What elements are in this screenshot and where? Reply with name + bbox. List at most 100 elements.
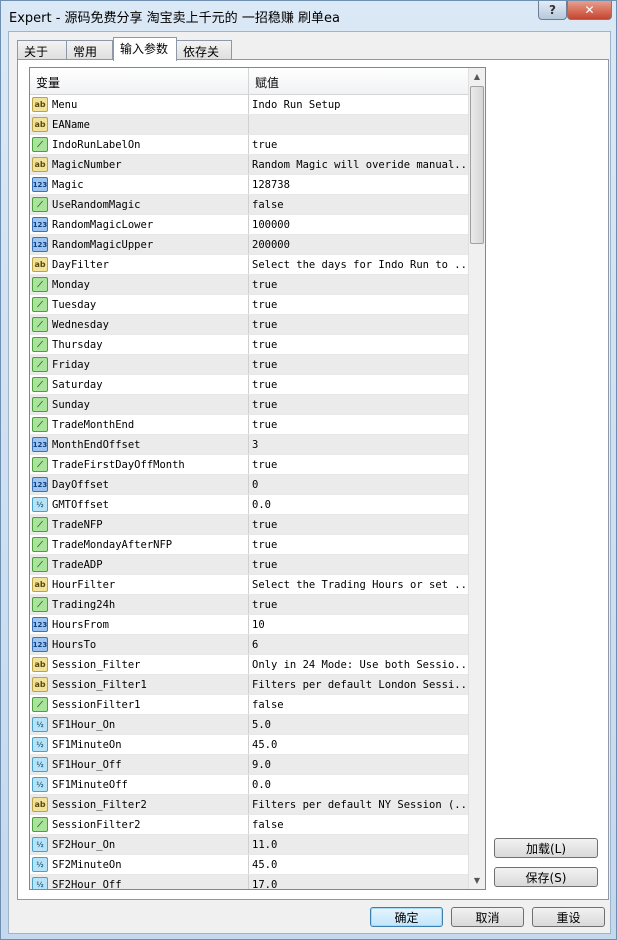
value-cell[interactable]: false [249,695,469,714]
ok-button[interactable]: 确定 [370,907,443,927]
value-cell[interactable]: 0.0 [249,495,469,514]
value-cell[interactable]: Filters per default NY Session (... [249,795,469,814]
table-row[interactable]: ½ SF2Hour_Off 17.0 [30,875,469,890]
table-row[interactable]: ⟋ TradeMondayAfterNFP true [30,535,469,555]
value-cell[interactable]: 5.0 [249,715,469,734]
value-cell[interactable]: 11.0 [249,835,469,854]
value-cell[interactable]: true [249,395,469,414]
table-row[interactable]: ab HourFilter Select the Trading Hours or … [30,575,469,595]
table-row[interactable]: ½ SF1Hour_On 5.0 [30,715,469,735]
tab-about[interactable]: 关于 [17,40,67,60]
close-button[interactable]: ✕ [567,1,612,20]
table-row[interactable]: ½ SF1Hour_Off 9.0 [30,755,469,775]
value-cell[interactable]: 100000 [249,215,469,234]
value-cell[interactable]: 3 [249,435,469,454]
table-row[interactable]: ⟋ Friday true [30,355,469,375]
table-row[interactable]: ⟋ Wednesday true [30,315,469,335]
value-cell[interactable]: true [249,515,469,534]
table-row[interactable]: ½ SF1MinuteOff 0.0 [30,775,469,795]
variable-cell: ab Menu [30,95,249,114]
help-button[interactable]: ? [538,1,567,20]
value-cell[interactable]: 6 [249,635,469,654]
value-cell[interactable]: true [249,455,469,474]
table-row[interactable]: 123 MonthEndOffset 3 [30,435,469,455]
value-cell[interactable]: 200000 [249,235,469,254]
value-cell[interactable]: false [249,195,469,214]
value-cell[interactable]: true [249,295,469,314]
table-row[interactable]: ⟋ Trading24h true [30,595,469,615]
value-cell[interactable]: Indo Run Setup [249,95,469,114]
table-row[interactable]: 123 RandomMagicLower 100000 [30,215,469,235]
vertical-scrollbar[interactable]: ▲ ▼ [468,68,485,889]
table-row[interactable]: 123 Magic 128738 [30,175,469,195]
table-row[interactable]: 123 HoursTo 6 [30,635,469,655]
table-row[interactable]: ab Session_Filter2 Filters per default NY … [30,795,469,815]
value-cell[interactable]: true [249,135,469,154]
table-row[interactable]: ⟋ SessionFilter2 false [30,815,469,835]
table-row[interactable]: ⟋ TradeMonthEnd true [30,415,469,435]
table-row[interactable]: 123 RandomMagicUpper 200000 [30,235,469,255]
dialog-client: 关于 常用 输入参数 依存关系 变量 赋值 ab Menu Indo Run Set… [8,31,611,934]
value-cell[interactable]: Filters per default London Sessi... [249,675,469,694]
double-type-icon: ½ [32,497,48,512]
value-cell[interactable]: true [249,595,469,614]
table-row[interactable]: ab MagicNumber Random Magic will overide m… [30,155,469,175]
header-variable[interactable]: 变量 [30,68,249,94]
table-row[interactable]: ab Session_Filter Only in 24 Mode: Use bot… [30,655,469,675]
table-row[interactable]: ⟋ Saturday true [30,375,469,395]
value-cell[interactable]: true [249,375,469,394]
value-cell[interactable]: true [249,535,469,554]
tab-common[interactable]: 常用 [66,40,113,60]
value-cell[interactable]: true [249,315,469,334]
value-cell[interactable]: 45.0 [249,855,469,874]
value-cell[interactable]: 17.0 [249,875,469,890]
table-row[interactable]: ⟋ Thursday true [30,335,469,355]
table-row[interactable]: ½ GMTOffset 0.0 [30,495,469,515]
table-row[interactable]: ⟋ TradeFirstDayOffMonth true [30,455,469,475]
table-row[interactable]: 123 HoursFrom 10 [30,615,469,635]
value-cell[interactable]: true [249,275,469,294]
value-cell[interactable]: true [249,335,469,354]
load-button[interactable]: 加载(L) [494,838,598,858]
table-row[interactable]: ⟋ Monday true [30,275,469,295]
reset-button[interactable]: 重设 [532,907,605,927]
table-row[interactable]: ½ SF2Hour_On 11.0 [30,835,469,855]
cancel-button[interactable]: 取消 [451,907,524,927]
value-cell[interactable]: false [249,815,469,834]
table-row[interactable]: ⟋ Sunday true [30,395,469,415]
value-cell[interactable]: true [249,415,469,434]
header-value[interactable]: 赋值 [249,68,285,94]
table-row[interactable]: ⟋ TradeADP true [30,555,469,575]
value-cell[interactable]: 0 [249,475,469,494]
scroll-up-arrow-icon[interactable]: ▲ [469,68,485,85]
tab-inputs[interactable]: 输入参数 [113,37,177,61]
value-cell[interactable]: 10 [249,615,469,634]
value-cell[interactable]: Select the days for Indo Run to ... [249,255,469,274]
scroll-down-arrow-icon[interactable]: ▼ [469,872,485,889]
table-row[interactable]: ab EAName [30,115,469,135]
table-row[interactable]: ½ SF2MinuteOn 45.0 [30,855,469,875]
tab-dependencies[interactable]: 依存关系 [176,40,232,76]
value-cell[interactable]: Random Magic will overide manual... [249,155,469,174]
table-row[interactable]: 123 DayOffset 0 [30,475,469,495]
table-row[interactable]: ⟋ IndoRunLabelOn true [30,135,469,155]
value-cell[interactable]: 45.0 [249,735,469,754]
save-button[interactable]: 保存(S) [494,867,598,887]
value-cell[interactable]: true [249,555,469,574]
table-row[interactable]: ½ SF1MinuteOn 45.0 [30,735,469,755]
table-row[interactable]: ab Menu Indo Run Setup [30,95,469,115]
value-cell[interactable]: Only in 24 Mode: Use both Sessio... [249,655,469,674]
table-row[interactable]: ⟋ Tuesday true [30,295,469,315]
table-row[interactable]: ⟋ SessionFilter1 false [30,695,469,715]
table-row[interactable]: ab DayFilter Select the days for Indo Run … [30,255,469,275]
table-row[interactable]: ab Session_Filter1 Filters per default Lon… [30,675,469,695]
value-cell[interactable]: 0.0 [249,775,469,794]
value-cell[interactable] [249,115,469,134]
scroll-thumb[interactable] [470,86,484,244]
table-row[interactable]: ⟋ UseRandomMagic false [30,195,469,215]
value-cell[interactable]: true [249,355,469,374]
table-row[interactable]: ⟋ TradeNFP true [30,515,469,535]
value-cell[interactable]: Select the Trading Hours or set ... [249,575,469,594]
value-cell[interactable]: 128738 [249,175,469,194]
value-cell[interactable]: 9.0 [249,755,469,774]
